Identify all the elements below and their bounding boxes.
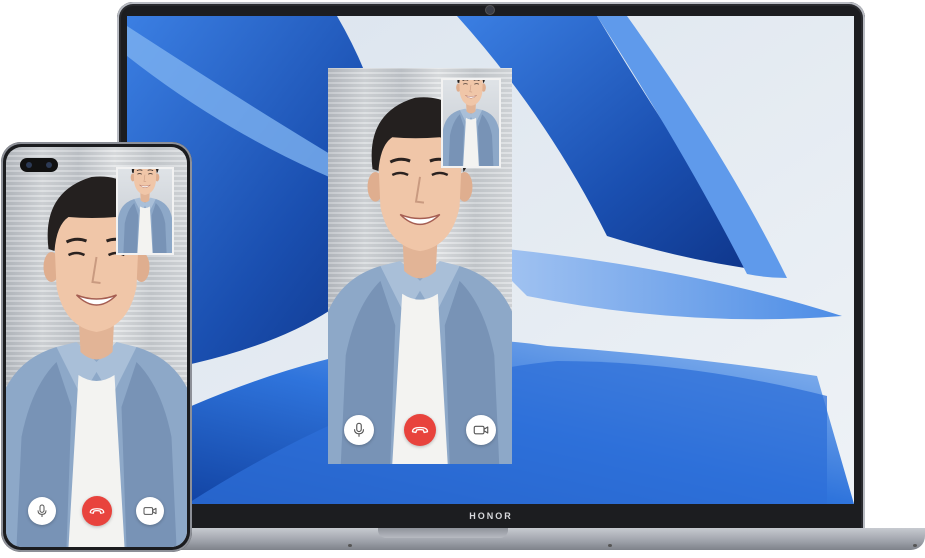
- hang-up-button[interactable]: [82, 496, 112, 526]
- laptop-foot: [913, 544, 917, 547]
- self-view-thumbnail[interactable]: [441, 78, 501, 168]
- laptop-lid: HONOR: [117, 2, 865, 532]
- laptop-screen: [127, 16, 854, 504]
- video-camera-icon: [472, 421, 490, 439]
- laptop-base: [108, 528, 925, 550]
- front-camera-cutout: [20, 158, 58, 172]
- microphone-icon: [350, 421, 368, 439]
- mute-button[interactable]: [344, 415, 374, 445]
- phone-video-call-screen[interactable]: [6, 147, 187, 547]
- video-toggle-button[interactable]: [136, 497, 164, 525]
- laptop-foot: [348, 544, 352, 547]
- phone-hangup-icon: [410, 420, 430, 440]
- phone-screen: [6, 147, 187, 547]
- self-view-thumbnail[interactable]: [116, 167, 174, 255]
- lid-opening-notch: [378, 528, 508, 538]
- video-toggle-button[interactable]: [466, 415, 496, 445]
- self-view-video: [118, 169, 172, 253]
- desktop-video-call-window[interactable]: [328, 68, 512, 464]
- microphone-icon: [34, 503, 50, 519]
- webcam: [486, 6, 494, 14]
- self-view-video: [443, 80, 499, 166]
- laptop-brand-logo: HONOR: [469, 511, 513, 521]
- phone-hangup-icon: [88, 502, 106, 520]
- hang-up-button[interactable]: [404, 414, 436, 446]
- laptop-foot: [608, 544, 612, 547]
- mute-button[interactable]: [28, 497, 56, 525]
- smartphone: [1, 142, 192, 552]
- video-camera-icon: [142, 503, 158, 519]
